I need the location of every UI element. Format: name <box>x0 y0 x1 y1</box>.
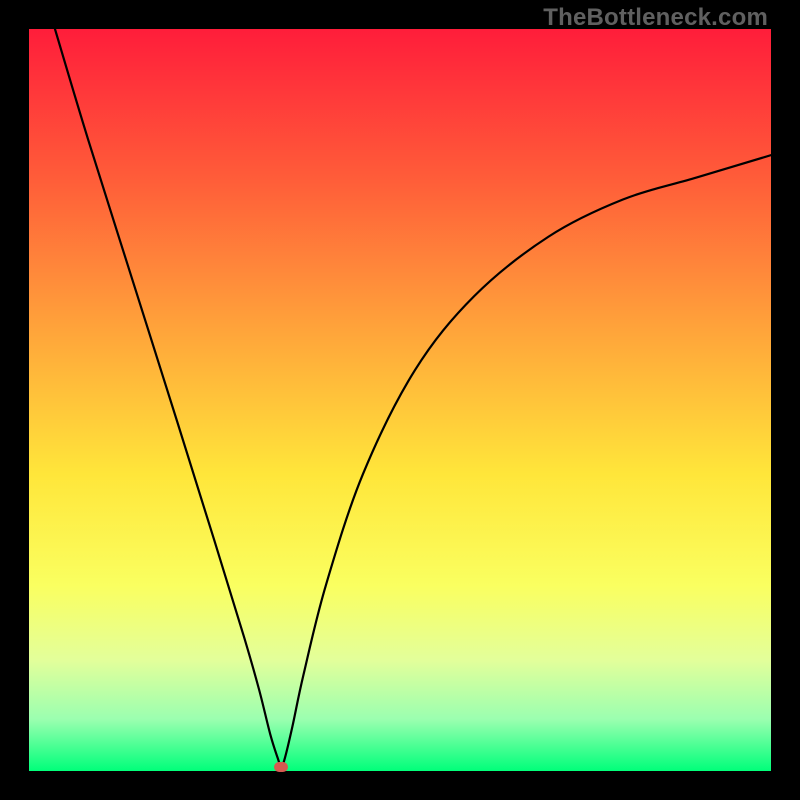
bottleneck-curve <box>55 29 771 767</box>
curve-layer <box>29 29 771 771</box>
watermark-text: TheBottleneck.com <box>543 4 768 32</box>
data-marker <box>274 762 288 772</box>
plot-area <box>29 29 771 771</box>
